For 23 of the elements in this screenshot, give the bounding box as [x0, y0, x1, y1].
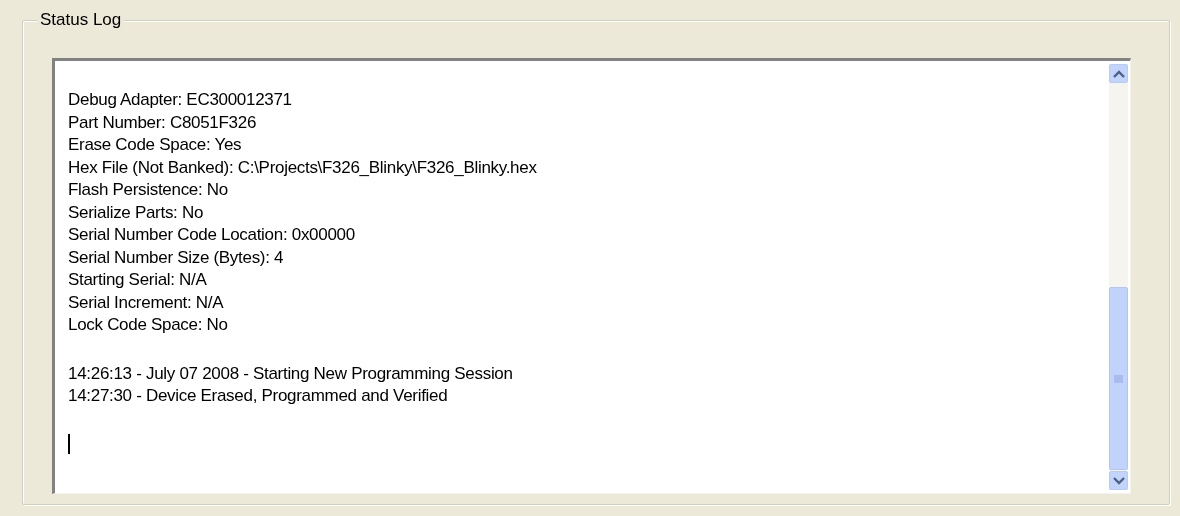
group-title: Status Log — [37, 10, 125, 30]
log-line: Serialize Parts: No — [68, 201, 205, 224]
log-line: Debug Adapter: EC300012371 — [68, 89, 293, 111]
chevron-up-icon — [1112, 69, 1125, 78]
grip-icon — [1114, 374, 1123, 383]
log-line: 14:27:30 - Device Erased, Programmed and Verified — [68, 385, 449, 407]
scroll-thumb[interactable] — [1109, 287, 1128, 470]
scroll-down-button[interactable] — [1109, 471, 1128, 490]
log-line: Flash Persistence: No — [68, 179, 229, 201]
log-text-area[interactable] — [52, 58, 1131, 494]
log-line: Erase Code Space: Yes — [68, 134, 243, 156]
log-line: Starting Serial: N/A — [68, 269, 208, 291]
log-line: Part Number: C8051F326 — [68, 111, 258, 134]
log-line: Lock Code Space: No — [68, 314, 229, 336]
log-line: Serial Increment: N/A — [68, 291, 225, 314]
scroll-up-button[interactable] — [1109, 64, 1128, 83]
vertical-scrollbar[interactable] — [1109, 64, 1128, 490]
log-line: Serial Number Code Location: 0x00000 — [68, 224, 356, 246]
log-line: Serial Number Size (Bytes): 4 — [68, 246, 285, 269]
chevron-down-icon — [1112, 476, 1125, 485]
log-line: 14:26:13 - July 07 2008 - Starting New Programming Session — [68, 362, 514, 385]
text-cursor — [68, 433, 70, 454]
log-line: Hex File (Not Banked): C:\Projects\F326_Blinky\F326_Blinky.hex — [68, 156, 538, 179]
